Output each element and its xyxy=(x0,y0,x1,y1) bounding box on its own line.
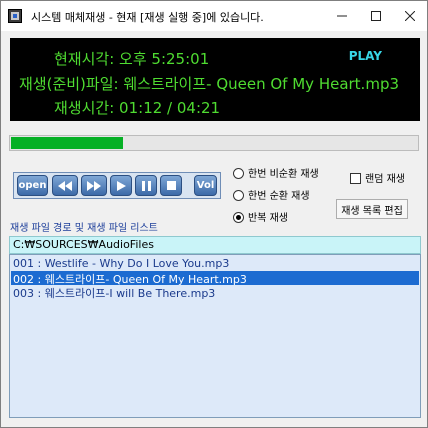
current-file-row: 재생(준비)파일: 웨스트라이프- Queen Of My Heart.mp3 xyxy=(19,73,399,94)
radio-indicator xyxy=(233,212,244,223)
playlist-item[interactable]: 002 : 웨스트라이프- Queen Of My Heart.mp3 xyxy=(11,271,419,286)
playlist-path-text: C:₩SOURCES₩AudioFiles xyxy=(13,238,154,251)
elapsed-row: 재생시간: 01:12 / 04:21 xyxy=(54,97,220,118)
checkbox-box xyxy=(350,173,361,184)
current-time-row: 현재시각: 오후 5:25:01 xyxy=(54,48,209,69)
current-file-value: 웨스트라이프- Queen Of My Heart.mp3 xyxy=(123,75,400,93)
edit-playlist-label: 재생 목록 편집 xyxy=(341,205,403,217)
window-title: 시스템 매체재생 - 현재 [재생 실행 중]에 있습니다. xyxy=(31,11,264,24)
volume-button-label: Vol xyxy=(196,180,215,191)
radio-once-loop[interactable]: 한번 순환 재생 xyxy=(233,187,310,202)
app-icon xyxy=(8,9,22,23)
stop-button[interactable] xyxy=(160,175,182,196)
random-play-label: 랜덤 재생 xyxy=(365,174,405,185)
playlist-section-label: 재생 파일 경로 및 재생 파일 리스트 xyxy=(10,223,158,234)
open-button[interactable]: open xyxy=(17,175,48,196)
pause-button[interactable] xyxy=(135,175,157,196)
pause-icon xyxy=(141,180,151,191)
play-button[interactable] xyxy=(110,175,132,196)
player-display: 현재시각: 오후 5:25:01 재생(준비)파일: 웨스트라이프- Queen… xyxy=(10,38,420,121)
maximize-icon xyxy=(371,11,381,21)
radio-indicator xyxy=(233,168,244,179)
current-time-label: 현재시각: xyxy=(54,50,115,68)
maximize-button[interactable] xyxy=(359,1,393,31)
minimize-button[interactable] xyxy=(325,1,359,31)
rewind-icon xyxy=(58,180,72,191)
title-bar[interactable]: 시스템 매체재생 - 현재 [재생 실행 중]에 있습니다. xyxy=(1,1,427,31)
current-time-value: 오후 5:25:01 xyxy=(119,50,210,68)
stop-icon xyxy=(166,181,176,190)
play-icon xyxy=(116,180,126,191)
current-file-label: 재생(준비)파일: xyxy=(19,75,119,93)
fast-forward-icon xyxy=(87,180,101,191)
radio-label: 반복 재생 xyxy=(248,213,288,224)
fast-forward-button[interactable] xyxy=(81,175,107,196)
elapsed-value: 01:12 / 04:21 xyxy=(119,99,221,117)
radio-label: 한번 순환 재생 xyxy=(248,191,310,202)
play-status: PLAY xyxy=(348,49,382,63)
radio-once-no-loop[interactable]: 한번 비순환 재생 xyxy=(233,165,319,180)
transport-toolbar: open Vol xyxy=(13,172,221,199)
radio-indicator xyxy=(233,190,244,201)
app-window: 시스템 매체재생 - 현재 [재생 실행 중]에 있습니다. 현재시각: 오후 … xyxy=(0,0,428,428)
minimize-icon xyxy=(337,15,347,17)
close-button[interactable] xyxy=(393,1,427,31)
edit-playlist-button[interactable]: 재생 목록 편집 xyxy=(336,199,408,219)
random-play-checkbox[interactable]: 랜덤 재생 xyxy=(350,170,405,185)
progress-fill xyxy=(11,137,123,149)
elapsed-label: 재생시간: xyxy=(54,99,115,117)
playlist-path: C:₩SOURCES₩AudioFiles xyxy=(9,236,421,254)
rewind-button[interactable] xyxy=(52,175,78,196)
close-icon xyxy=(405,11,415,21)
seek-progress-bar[interactable] xyxy=(9,135,419,151)
playlist-item[interactable]: 003 : 웨스트라이프-I will Be There.mp3 xyxy=(11,285,419,300)
volume-button[interactable]: Vol xyxy=(194,175,217,196)
playlist-item[interactable]: 001 : Westlife - Why Do I Love You.mp3 xyxy=(11,257,419,271)
playlist-listbox[interactable]: 001 : Westlife - Why Do I Love You.mp3 0… xyxy=(9,254,421,418)
open-button-label: open xyxy=(18,180,47,191)
radio-repeat[interactable]: 반복 재생 xyxy=(233,209,288,224)
radio-label: 한번 비순환 재생 xyxy=(248,169,319,180)
